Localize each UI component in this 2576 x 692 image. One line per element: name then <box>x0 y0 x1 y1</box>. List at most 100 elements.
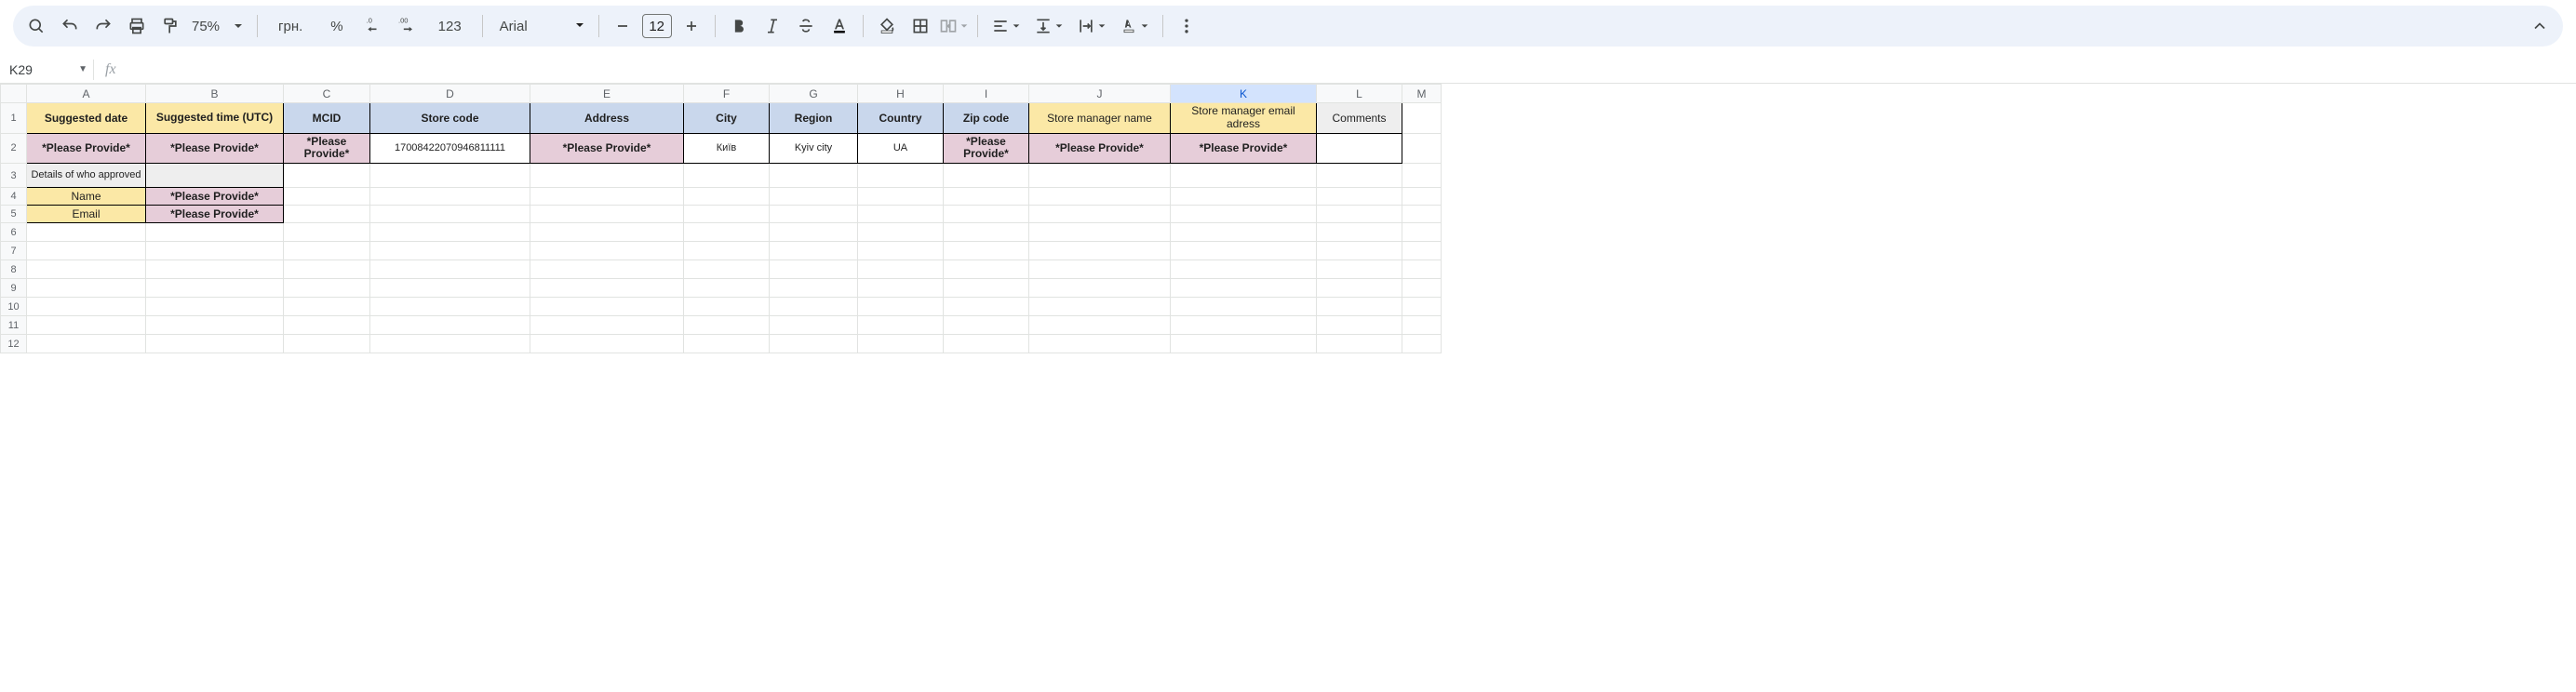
cell[interactable] <box>944 206 1029 223</box>
select-all-corner[interactable] <box>1 85 27 103</box>
cell[interactable] <box>1317 316 1402 335</box>
name-box[interactable]: K29 ▼ <box>0 62 93 77</box>
cell[interactable] <box>1171 298 1317 316</box>
cell[interactable] <box>146 316 284 335</box>
cell[interactable] <box>284 206 370 223</box>
cell[interactable] <box>1402 188 1442 206</box>
cell[interactable] <box>770 223 858 242</box>
cell[interactable] <box>1029 279 1171 298</box>
cell[interactable]: Address <box>530 103 684 134</box>
cell[interactable] <box>944 279 1029 298</box>
cell[interactable] <box>27 298 146 316</box>
increase-decimal-icon[interactable]: .00 <box>392 10 423 42</box>
cell[interactable] <box>1402 279 1442 298</box>
cell[interactable] <box>1029 335 1171 353</box>
row-header[interactable]: 3 <box>1 164 27 188</box>
more-toolbar-icon[interactable] <box>1171 10 1202 42</box>
cell[interactable] <box>370 242 530 260</box>
cell[interactable] <box>284 335 370 353</box>
cell[interactable] <box>1402 223 1442 242</box>
cell[interactable] <box>684 298 770 316</box>
percent-format-button[interactable]: % <box>317 10 356 42</box>
cell[interactable] <box>770 206 858 223</box>
cell[interactable] <box>1029 298 1171 316</box>
col-header[interactable]: I <box>944 85 1029 103</box>
cell[interactable] <box>944 223 1029 242</box>
cell[interactable]: Suggested date <box>27 103 146 134</box>
cell[interactable] <box>1029 223 1171 242</box>
zoom-dropdown[interactable]: 75% <box>188 10 249 42</box>
collapse-toolbar-icon[interactable] <box>2524 10 2556 42</box>
cell[interactable] <box>1317 335 1402 353</box>
cell[interactable] <box>530 279 684 298</box>
cell[interactable] <box>1029 316 1171 335</box>
spreadsheet-grid[interactable]: A B C D E F G H I J K L M 1 Suggested da… <box>0 84 1442 353</box>
cell[interactable] <box>370 279 530 298</box>
undo-icon[interactable] <box>54 10 86 42</box>
cell[interactable] <box>858 316 944 335</box>
cell[interactable]: Details of who approved <box>27 164 146 188</box>
cell[interactable] <box>858 188 944 206</box>
cell[interactable]: MCID <box>284 103 370 134</box>
row-header[interactable]: 11 <box>1 316 27 335</box>
cell[interactable] <box>770 242 858 260</box>
cell[interactable] <box>944 242 1029 260</box>
col-header[interactable]: E <box>530 85 684 103</box>
cell[interactable] <box>530 335 684 353</box>
cell[interactable] <box>27 260 146 279</box>
cell[interactable] <box>1402 133 1442 164</box>
print-icon[interactable] <box>121 10 153 42</box>
cell[interactable]: Київ <box>684 133 770 164</box>
font-size-input[interactable] <box>642 14 672 38</box>
formula-input[interactable] <box>127 56 2576 83</box>
cell[interactable]: *Please Provide* <box>1171 133 1317 164</box>
cell[interactable] <box>858 298 944 316</box>
cell[interactable] <box>684 316 770 335</box>
cell[interactable] <box>1317 242 1402 260</box>
cell[interactable] <box>1402 164 1442 188</box>
cell[interactable] <box>1402 206 1442 223</box>
cell[interactable]: Country <box>858 103 944 134</box>
cell[interactable]: Comments <box>1317 103 1402 134</box>
cell[interactable] <box>1317 298 1402 316</box>
cell[interactable]: *Please Provide* <box>146 188 284 206</box>
merge-cells-button[interactable] <box>938 10 970 42</box>
cell[interactable] <box>370 164 530 188</box>
borders-button[interactable] <box>905 10 936 42</box>
cell[interactable] <box>858 223 944 242</box>
cell[interactable] <box>530 316 684 335</box>
row-header[interactable]: 1 <box>1 103 27 134</box>
row-header[interactable]: 2 <box>1 133 27 164</box>
cell[interactable] <box>284 188 370 206</box>
cell[interactable] <box>1171 223 1317 242</box>
cell[interactable] <box>1171 335 1317 353</box>
cell[interactable] <box>530 223 684 242</box>
decrease-decimal-icon[interactable]: .0 <box>358 10 390 42</box>
cell[interactable] <box>1317 188 1402 206</box>
cell[interactable] <box>370 206 530 223</box>
cell[interactable] <box>1171 188 1317 206</box>
cell[interactable] <box>146 164 284 188</box>
font-family-dropdown[interactable]: Arial <box>490 19 591 34</box>
cell[interactable] <box>146 223 284 242</box>
cell[interactable]: *Please Provide* <box>1029 133 1171 164</box>
row-header[interactable]: 7 <box>1 242 27 260</box>
decrease-font-size-button[interactable] <box>607 10 638 42</box>
col-header[interactable]: B <box>146 85 284 103</box>
cell[interactable] <box>858 335 944 353</box>
cell[interactable]: Region <box>770 103 858 134</box>
cell[interactable] <box>284 164 370 188</box>
currency-format-button[interactable]: грн. <box>265 10 315 42</box>
cell[interactable] <box>770 188 858 206</box>
cell[interactable] <box>1402 298 1442 316</box>
col-header[interactable]: D <box>370 85 530 103</box>
cell[interactable] <box>770 298 858 316</box>
cell[interactable] <box>770 164 858 188</box>
cell[interactable] <box>530 206 684 223</box>
cell[interactable]: Store code <box>370 103 530 134</box>
paint-format-icon[interactable] <box>154 10 186 42</box>
cell[interactable] <box>858 206 944 223</box>
more-formats-button[interactable]: 123 <box>425 10 475 42</box>
cell[interactable] <box>1029 164 1171 188</box>
cell[interactable] <box>1029 242 1171 260</box>
